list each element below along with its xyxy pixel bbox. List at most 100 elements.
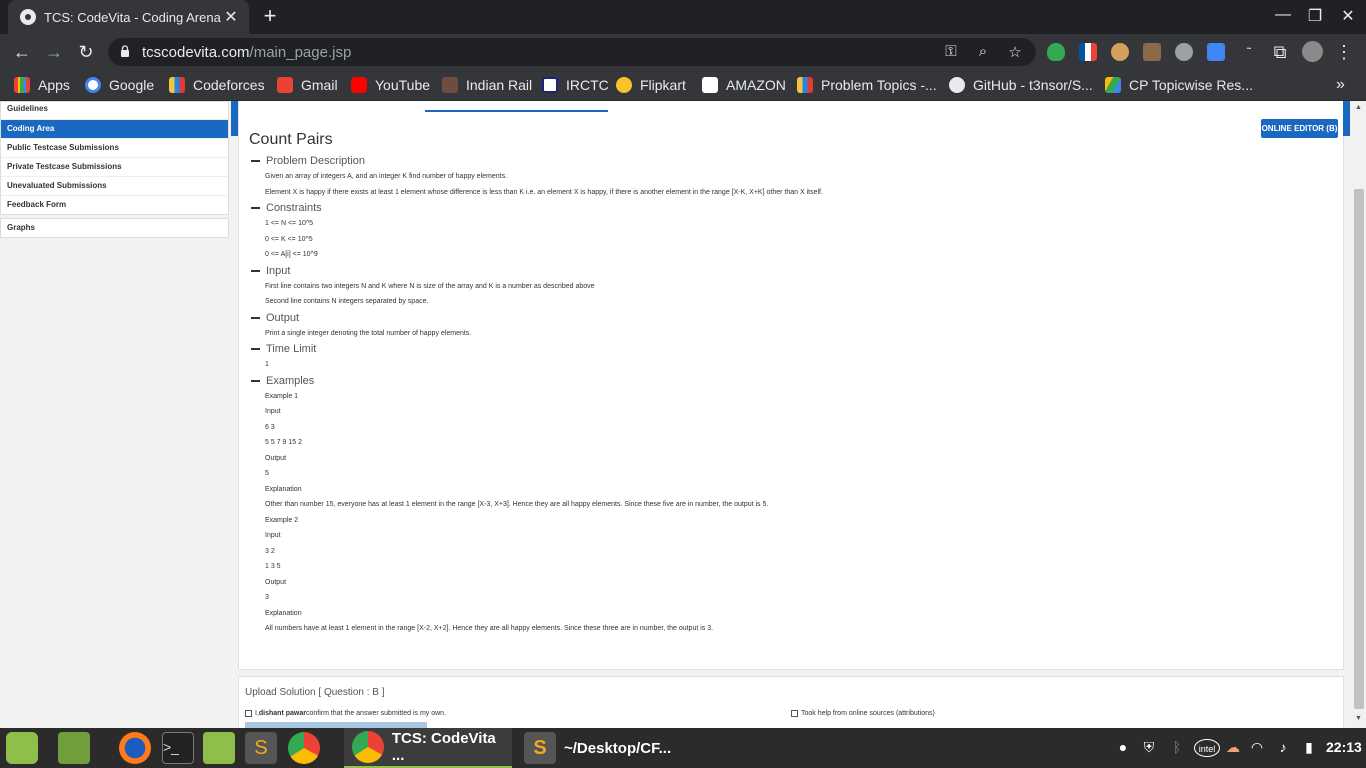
restore-icon[interactable]: ❐ — [1305, 6, 1325, 26]
text-line: Other than number 15, everyone has at le… — [265, 501, 769, 508]
bookmark-gmail[interactable]: Gmail — [277, 76, 338, 94]
avatar[interactable] — [1302, 41, 1323, 62]
weather-icon[interactable]: ☁ — [1224, 739, 1242, 757]
collapse-icon — [251, 269, 260, 272]
chrome-icon[interactable] — [288, 732, 320, 764]
extension-icon[interactable] — [1175, 43, 1193, 61]
bookmarks-bar: Apps Google Codeforces Gmail YouTube Ind… — [0, 70, 1366, 101]
sidebar-item-coding-area[interactable]: Coding Area — [1, 120, 228, 139]
reload-icon[interactable]: ↻ — [75, 41, 97, 63]
text-line: 1 — [265, 361, 269, 368]
section-header[interactable]: Time Limit — [249, 341, 1329, 357]
section-header[interactable]: Problem Description — [249, 153, 1329, 169]
bookmark-indian-rail[interactable]: Indian Rail — [442, 76, 532, 94]
text-line: Input — [265, 532, 281, 539]
taskbar-window-sublime[interactable]: S ~/Desktop/CF... — [518, 728, 686, 768]
files-icon[interactable] — [203, 732, 235, 764]
wifi-icon[interactable]: ◠ — [1248, 739, 1266, 757]
irctc-icon — [542, 77, 558, 93]
flipkart-icon — [616, 77, 632, 93]
bluetooth-icon[interactable]: ᛒ — [1168, 739, 1186, 757]
scroll-down-icon[interactable]: ▼ — [1355, 715, 1362, 722]
scroll-up-icon[interactable]: ▲ — [1355, 104, 1362, 111]
google-icon — [85, 77, 101, 93]
sidebar-menu: Guidelines Coding Area Public Testcase S… — [0, 101, 229, 215]
bookmark-github[interactable]: GitHub - t3nsor/S... — [949, 76, 1093, 94]
text-line: Element X is happy if there exists at le… — [265, 188, 823, 196]
terminal-icon[interactable]: >_ — [162, 732, 194, 764]
extension-icon[interactable] — [1143, 43, 1161, 61]
checkbox-icon[interactable] — [245, 710, 252, 717]
chevron-double-right-icon[interactable]: » — [1336, 76, 1345, 94]
own-work-checkbox[interactable]: I, dishant pawar confirm that the answer… — [245, 710, 446, 717]
sidebar-item-guidelines[interactable]: Guidelines — [1, 102, 228, 120]
sidebar-item-private-testcase[interactable]: Private Testcase Submissions — [1, 158, 228, 177]
codeforces-icon — [169, 77, 185, 93]
taskbar-window-chrome[interactable]: TCS: CodeVita ... — [344, 728, 512, 768]
checkbox-icon[interactable] — [791, 710, 798, 717]
shield-icon[interactable]: ⛨ — [1140, 739, 1158, 757]
scrollbar[interactable]: ▲ ▼ — [1352, 101, 1366, 728]
bookmark-codeforces[interactable]: Codeforces — [169, 76, 265, 94]
sublime-icon: S — [524, 732, 556, 764]
bookmark-google[interactable]: Google — [85, 76, 154, 94]
browser-tab[interactable]: TCS: CodeVita - Coding Arena ✕ — [8, 0, 249, 34]
collapse-icon — [251, 348, 260, 350]
section-header[interactable]: Constraints — [249, 200, 1329, 216]
bookmark-youtube[interactable]: YouTube — [351, 76, 430, 94]
section-header[interactable]: Input — [249, 263, 1329, 279]
section-header[interactable]: Output — [249, 310, 1329, 326]
sidebar-item-unevaluated[interactable]: Unevaluated Submissions — [1, 177, 228, 196]
text-line: Print a single integer denoting the tota… — [265, 329, 472, 337]
chevron-down-icon[interactable]: ˜ — [1238, 41, 1260, 63]
text-line: 3 2 — [265, 547, 275, 555]
sidebar-item-graphs[interactable]: Graphs — [1, 219, 228, 237]
bookmark-cp-topicwise[interactable]: CP Topicwise Res... — [1105, 76, 1253, 94]
arrow-left-icon[interactable]: ← — [11, 41, 33, 63]
shield-extension-icon[interactable] — [1047, 43, 1065, 61]
online-help-checkbox[interactable]: Took help from online sources (attributi… — [791, 710, 935, 717]
drive-icon — [1105, 77, 1121, 93]
firefox-icon[interactable] — [119, 732, 151, 764]
cookie-extension-icon[interactable] — [1111, 43, 1129, 61]
online-editor-button[interactable]: ONLINE EDITOR (B) — [1261, 119, 1338, 138]
bookmark-problem-topics[interactable]: Problem Topics -... — [797, 76, 937, 94]
github-icon — [949, 77, 965, 93]
close-icon[interactable]: ✕ — [221, 7, 241, 27]
kebab-menu-icon[interactable]: ⋮ — [1333, 41, 1355, 63]
bookmark-apps[interactable]: Apps — [14, 76, 70, 94]
user-icon[interactable]: ● — [1114, 739, 1132, 757]
collapse-icon — [251, 207, 260, 209]
show-desktop-icon[interactable] — [58, 732, 90, 764]
zoom-icon[interactable]: ⌕ — [974, 43, 992, 60]
problem-title: Count Pairs — [249, 131, 333, 148]
star-icon[interactable]: ☆ — [1006, 43, 1024, 61]
translate-extension-icon[interactable] — [1207, 43, 1225, 61]
section-header[interactable]: Examples — [249, 373, 1329, 389]
bookmark-amazon[interactable]: AMAZON — [702, 76, 786, 94]
arrow-right-icon[interactable]: → — [43, 41, 65, 63]
puzzle-icon[interactable]: ⧉ — [1269, 41, 1291, 63]
codeforces-icon — [797, 77, 813, 93]
minimize-icon[interactable]: — — [1273, 6, 1293, 24]
scrollbar-thumb[interactable] — [1354, 189, 1364, 709]
sidebar-item-feedback[interactable]: Feedback Form — [1, 196, 228, 214]
intel-icon[interactable]: intel — [1194, 739, 1220, 757]
battery-icon[interactable]: ▮ — [1300, 739, 1318, 757]
sublime-icon[interactable]: S — [245, 732, 277, 764]
bookmark-flipkart[interactable]: Flipkart — [616, 76, 686, 94]
clock[interactable]: 22:13 — [1326, 739, 1362, 755]
key-icon[interactable]: ⚿ — [942, 43, 960, 60]
text-line: Explanation — [265, 485, 302, 493]
sidebar-graphs-card: Graphs — [0, 218, 229, 238]
address-bar[interactable]: tcscodevita.com/main_page.jsp ⚿ ⌕ ☆ — [108, 38, 1036, 66]
mint-menu-icon[interactable] — [6, 732, 38, 764]
flag-extension-icon[interactable] — [1079, 43, 1097, 61]
plus-icon[interactable]: + — [259, 5, 281, 27]
sidebar-item-public-testcase[interactable]: Public Testcase Submissions — [1, 139, 228, 158]
text-line: Given an array of integers A, and an int… — [265, 173, 508, 180]
bookmark-irctc[interactable]: IRCTC — [542, 76, 609, 94]
close-icon[interactable]: ✕ — [1338, 6, 1358, 26]
music-icon[interactable]: ♪ — [1274, 739, 1292, 757]
collapse-icon — [251, 379, 260, 382]
